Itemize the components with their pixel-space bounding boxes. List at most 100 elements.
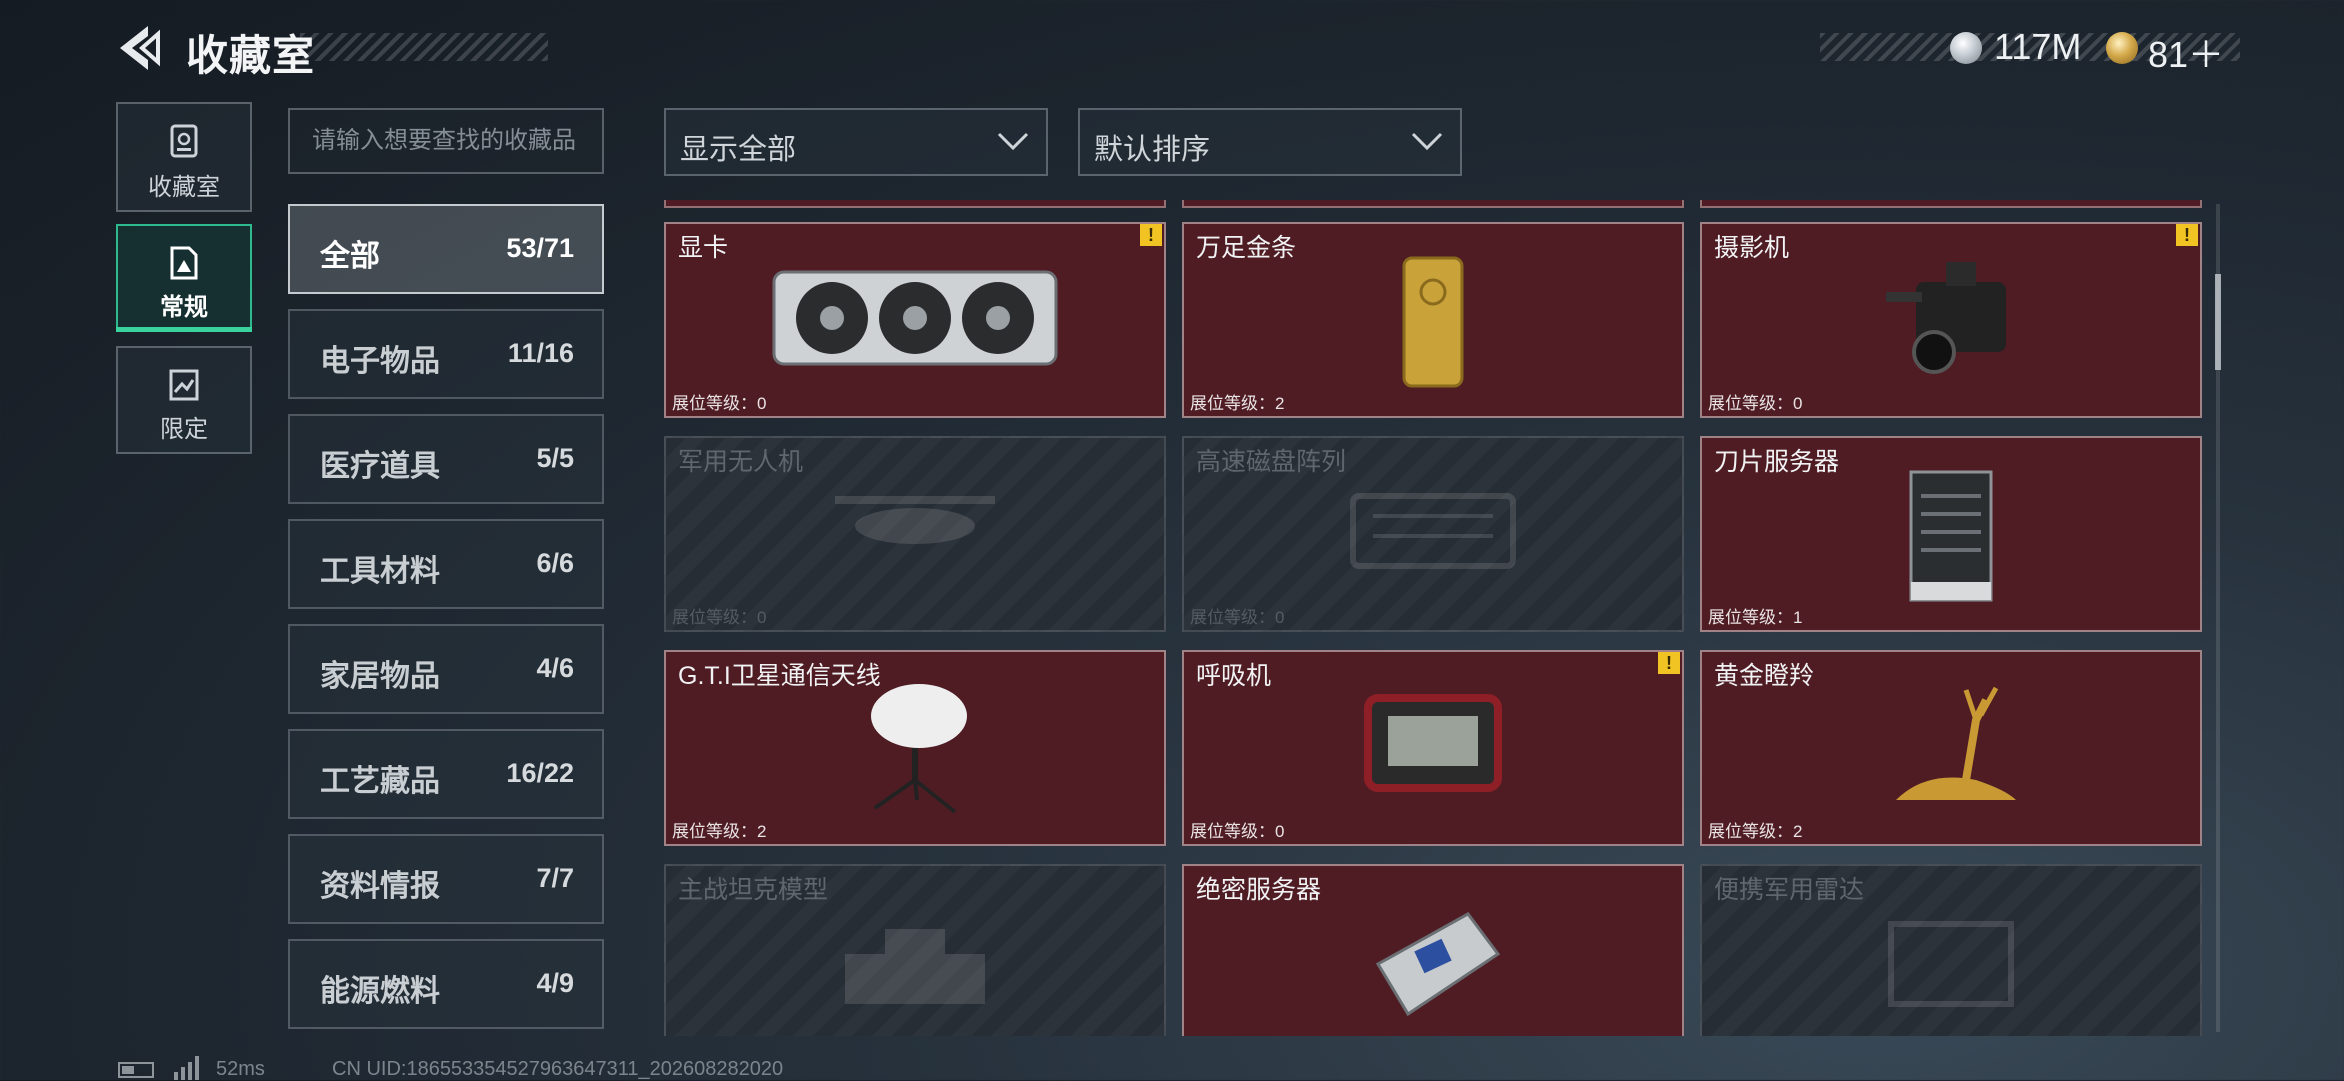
- item-level: 展位等级：0: [672, 394, 767, 413]
- collection-search-input[interactable]: [288, 108, 604, 174]
- item-card-military-drone[interactable]: 军用无人机 展位等级：0: [664, 436, 1166, 632]
- partial-card-top: [664, 200, 1166, 208]
- chevron-down-icon: [997, 132, 1029, 151]
- category-medical[interactable]: 医疗道具 5/5: [288, 414, 604, 504]
- item-name: 摄影机: [1714, 234, 1790, 262]
- nav-limited[interactable]: 限定: [116, 346, 252, 454]
- category-count: 11/16: [507, 338, 574, 368]
- item-name: 主战坦克模型: [678, 876, 829, 904]
- tank-model-icon: [845, 929, 985, 1004]
- nav-collection-room[interactable]: 收藏室: [116, 102, 252, 212]
- category-count: 4/9: [536, 968, 574, 998]
- collection-room-icon: [170, 124, 198, 158]
- back-arrow-icon: [120, 26, 160, 70]
- item-name: 刀片服务器: [1714, 448, 1840, 476]
- warning-icon: !: [1140, 224, 1162, 246]
- item-name: 万足金条: [1196, 234, 1297, 262]
- nav-collection-label: 收藏室: [148, 174, 220, 201]
- partial-card-top: [1182, 200, 1684, 208]
- item-name: 呼吸机: [1196, 662, 1272, 690]
- category-label: 电子物品: [320, 345, 440, 378]
- currency-1-amount: 117M: [1994, 26, 2082, 67]
- item-level: 展位等级：2: [1190, 394, 1285, 413]
- item-name: 军用无人机: [678, 448, 804, 476]
- user-uid: CN UID:18655335452796364731​1_2026082820…: [332, 1058, 784, 1080]
- item-level: 展位等级：0: [1708, 394, 1803, 413]
- category-label: 全部: [320, 240, 380, 273]
- item-card-gold-bar[interactable]: 万足金条 展位等级：2: [1182, 222, 1684, 418]
- warning-icon: !: [1658, 652, 1680, 674]
- category-electronics[interactable]: 电子物品 11/16: [288, 309, 604, 399]
- gold-bar-icon: [1402, 256, 1464, 388]
- item-level: 展位等级：2: [672, 822, 767, 841]
- category-count: 5/5: [536, 443, 574, 473]
- page-title: 收藏室: [186, 32, 316, 79]
- category-count: 7/7: [536, 863, 574, 893]
- item-card-portable-radar[interactable]: 便携军用雷达: [1700, 864, 2202, 1036]
- item-card-tank-model[interactable]: 主战坦克模型: [664, 864, 1166, 1036]
- ping-latency: 52ms: [216, 1058, 265, 1080]
- item-level: 展位等级：0: [1190, 608, 1285, 627]
- satellite-antenna-icon: [871, 684, 967, 814]
- item-card-blade-server[interactable]: 刀片服务器 展位等级：1: [1700, 436, 2202, 632]
- nav-normal-label: 常规: [160, 294, 208, 321]
- ventilator-icon: [1364, 694, 1502, 792]
- collection-grid[interactable]: 显卡 ! 展位等级：0 万足金条 展位等级：2 摄影机 ! 展位等级：0 军用无…: [662, 200, 2202, 1036]
- nav-limited-label: 限定: [160, 416, 208, 443]
- item-name: 高速磁盘阵列: [1196, 448, 1347, 476]
- filter-dropdown-value: 显示全部: [680, 134, 797, 166]
- item-name: 黄金瞪羚: [1714, 662, 1815, 690]
- golden-gazelle-icon: [1896, 686, 2016, 800]
- currency-2-amount[interactable]: 81＋: [2148, 26, 2224, 78]
- category-tools[interactable]: 工具材料 6/6: [288, 519, 604, 609]
- sort-dropdown[interactable]: 默认排序: [1078, 108, 1462, 176]
- category-crafts[interactable]: 工艺藏品 16/22: [288, 729, 604, 819]
- item-name: 显卡: [678, 234, 729, 262]
- item-card-secret-server[interactable]: 绝密服务器: [1182, 864, 1684, 1036]
- warning-icon: !: [2176, 224, 2198, 246]
- item-card-camera[interactable]: 摄影机 ! 展位等级：0: [1700, 222, 2202, 418]
- category-label: 能源燃料: [320, 975, 440, 1008]
- category-count: 6/6: [536, 548, 574, 578]
- camera-icon: [1886, 262, 2006, 374]
- item-level: 展位等级：0: [1190, 822, 1285, 841]
- graphics-card-icon: [772, 270, 1058, 366]
- grid-scrollbar-thumb[interactable]: [2215, 274, 2221, 370]
- item-level: 展位等级：2: [1708, 822, 1803, 841]
- category-count: 4/6: [536, 653, 574, 683]
- signal-icon: [174, 1056, 199, 1080]
- category-all[interactable]: 全部 53/71: [288, 204, 604, 294]
- drone-icon: [835, 496, 995, 544]
- secret-server-icon: [1375, 912, 1501, 1017]
- item-card-ventilator[interactable]: 呼吸机 ! 展位等级：0: [1182, 650, 1684, 846]
- item-name: 绝密服务器: [1196, 876, 1322, 904]
- item-name: G.T.I卫星通信天线: [678, 662, 881, 690]
- category-energy[interactable]: 能源燃料 4/9: [288, 939, 604, 1029]
- item-card-disk-array[interactable]: 高速磁盘阵列 展位等级：0: [1182, 436, 1684, 632]
- item-card-graphics-card[interactable]: 显卡 ! 展位等级：0: [664, 222, 1166, 418]
- sort-dropdown-value: 默认排序: [1094, 134, 1211, 166]
- category-label: 资料情报: [320, 870, 440, 903]
- filter-dropdown[interactable]: 显示全部: [664, 108, 1048, 176]
- item-level: 展位等级：0: [672, 608, 767, 627]
- partial-card-top: [1700, 200, 2202, 208]
- battery-icon: [118, 1062, 154, 1078]
- silver-coin-icon: [1950, 32, 1982, 64]
- category-label: 工具材料: [320, 555, 440, 588]
- category-intel[interactable]: 资料情报 7/7: [288, 834, 604, 924]
- nav-normal[interactable]: 常规: [116, 224, 252, 332]
- category-household[interactable]: 家居物品 4/6: [288, 624, 604, 714]
- back-button[interactable]: [112, 20, 162, 76]
- title-decoration: [300, 33, 548, 61]
- radar-icon: [1888, 921, 2014, 1007]
- category-label: 家居物品: [320, 660, 440, 693]
- chevron-down-icon: [1411, 132, 1443, 151]
- item-card-gti-satellite-antenna[interactable]: G.T.I卫星通信天线 展位等级：2: [664, 650, 1166, 846]
- category-count: 16/22: [506, 758, 574, 788]
- limited-category-icon: [169, 369, 199, 401]
- gold-coin-icon: [2106, 32, 2138, 64]
- item-card-golden-gazelle[interactable]: 黄金瞪羚 展位等级：2: [1700, 650, 2202, 846]
- normal-category-icon: [170, 246, 198, 280]
- category-label: 工艺藏品: [320, 765, 440, 798]
- item-level: 展位等级：1: [1708, 608, 1803, 627]
